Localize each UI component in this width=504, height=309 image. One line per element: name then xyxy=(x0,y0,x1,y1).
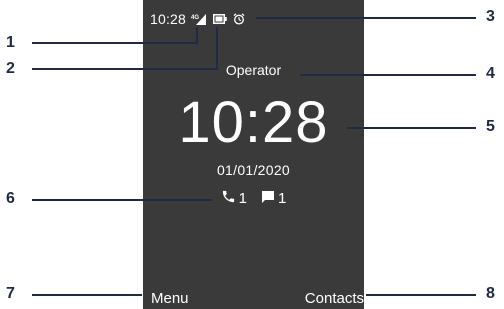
callout-number-4: 4 xyxy=(486,65,495,82)
callout-number-1: 1 xyxy=(6,34,15,51)
phone-screen: 10:28 4G Operator 10:28 01/01/2020 1 1 M… xyxy=(143,0,364,309)
callout-line-3 xyxy=(256,17,476,19)
callout-line-2 xyxy=(32,68,218,70)
callout-number-6: 6 xyxy=(6,190,15,207)
messages-notification: 1 xyxy=(261,190,286,208)
callout-number-3: 3 xyxy=(486,8,495,25)
network-type-label: 4G xyxy=(191,15,199,21)
callout-number-8: 8 xyxy=(486,285,495,302)
callout-line-1 xyxy=(32,42,198,44)
messages-count: 1 xyxy=(278,190,287,207)
diagram-canvas: 10:28 4G Operator 10:28 01/01/2020 1 1 M… xyxy=(0,0,504,309)
callout-line-7 xyxy=(32,294,142,296)
callout-connector-2 xyxy=(216,27,218,70)
callout-line-8 xyxy=(366,294,476,296)
alarm-icon xyxy=(233,13,245,25)
battery-icon xyxy=(213,14,227,24)
callout-connector-1 xyxy=(196,27,198,44)
missed-calls-count: 1 xyxy=(238,190,247,207)
callout-number-2: 2 xyxy=(6,60,15,77)
callout-number-5: 5 xyxy=(486,118,495,135)
contacts-softkey[interactable]: Contacts xyxy=(305,290,364,307)
message-icon xyxy=(261,190,275,208)
menu-softkey[interactable]: Menu xyxy=(151,290,189,307)
missed-calls-notification: 1 xyxy=(221,189,247,208)
date-display: 01/01/2020 xyxy=(216,162,291,178)
status-bar: 10:28 4G xyxy=(150,9,251,29)
callout-line-6 xyxy=(32,199,212,201)
signal-icon: 4G xyxy=(191,13,207,25)
main-clock: 10:28 xyxy=(178,90,329,155)
phone-icon xyxy=(221,189,236,208)
callout-line-4 xyxy=(300,74,476,76)
callout-line-5 xyxy=(347,127,476,129)
callout-number-7: 7 xyxy=(6,285,15,302)
status-time: 10:28 xyxy=(150,11,187,27)
